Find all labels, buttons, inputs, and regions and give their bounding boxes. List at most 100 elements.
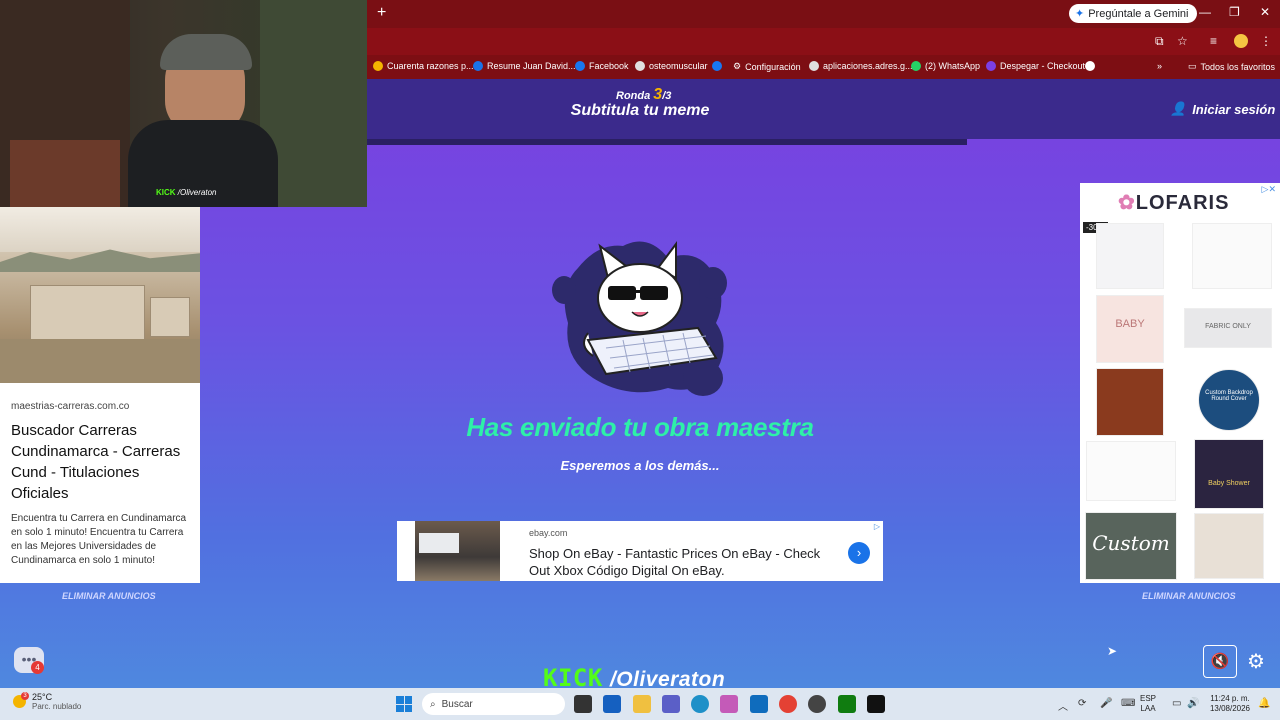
page-header bbox=[367, 79, 1280, 139]
right-side-ad[interactable]: ▷✕ ✿LOFARIS -30% BABY FABRIC ONLY Custom… bbox=[1080, 183, 1280, 583]
taskbar-search[interactable]: ⌕ Buscar bbox=[422, 693, 565, 715]
more-menu-icon[interactable]: ⋮ bbox=[1260, 34, 1272, 48]
weather-condition: Parc. nublado bbox=[32, 702, 82, 711]
copilot-icon[interactable] bbox=[720, 695, 738, 713]
round-number: 3 bbox=[653, 86, 663, 103]
gemini-button[interactable]: ✦ Pregúntale a Gemini bbox=[1069, 4, 1197, 23]
store-icon[interactable] bbox=[603, 695, 621, 713]
campus-photo bbox=[0, 207, 200, 383]
bookmark-item[interactable]: Despegar - Checkout bbox=[986, 61, 1085, 71]
bookmark-item[interactable]: Facebook bbox=[575, 61, 629, 71]
adchoices-icon[interactable]: ▷✕ bbox=[1262, 184, 1276, 195]
ad-domain: maestrias-carreras.com.co bbox=[11, 401, 130, 412]
bookmark-item[interactable]: Resume Juan David... bbox=[473, 61, 576, 71]
profile-avatar[interactable] bbox=[1234, 34, 1248, 48]
weather-icon: 3 bbox=[13, 692, 29, 708]
product-tile[interactable]: Custom Backdrop Round Cover bbox=[1198, 369, 1260, 431]
bookmark-item[interactable]: Cuarenta razones p... bbox=[373, 61, 474, 71]
chevron-up-icon[interactable]: ︿ bbox=[1058, 698, 1068, 713]
browser-toolbar: ⧉ ☆ ≡ ⋮ bbox=[367, 28, 1280, 55]
clock[interactable]: 11:24 p. m. 13/08/2026 bbox=[1205, 694, 1255, 714]
file-explorer-icon[interactable] bbox=[633, 695, 651, 713]
keyboard-icon[interactable]: ⌨ bbox=[1121, 698, 1135, 709]
notification-icon[interactable]: 🔔 bbox=[1258, 698, 1270, 709]
cap bbox=[160, 34, 252, 70]
remove-ads-link[interactable]: ELIMINAR ANUNCIOS bbox=[62, 591, 156, 601]
product-tile[interactable] bbox=[1096, 223, 1164, 289]
despegar-icon bbox=[986, 61, 996, 71]
login-button[interactable]: 👤 Iniciar sesión bbox=[1170, 101, 1275, 117]
bookmark-item[interactable]: (2) WhatsApp bbox=[911, 61, 980, 71]
product-tile[interactable] bbox=[1194, 513, 1264, 579]
app-icon[interactable] bbox=[867, 695, 885, 713]
globe-icon bbox=[809, 61, 819, 71]
waiting-message: Esperemos a los demás... bbox=[560, 458, 720, 473]
all-favorites-folder[interactable]: ▭ Todos los favoritos bbox=[1188, 61, 1275, 72]
cat-keyboard-mascot bbox=[552, 241, 727, 396]
chrome-icon[interactable] bbox=[779, 695, 797, 713]
gemini-label: Pregúntale a Gemini bbox=[1088, 7, 1189, 20]
new-tab-button[interactable]: + bbox=[377, 4, 386, 22]
remove-ads-link[interactable]: ELIMINAR ANUNCIOS bbox=[1142, 591, 1236, 601]
ebay-ad-image bbox=[415, 521, 500, 581]
mute-icon[interactable]: 🔇 bbox=[1203, 645, 1237, 678]
volume-icon[interactable]: 🔊 bbox=[1187, 698, 1199, 709]
xbox-icon[interactable] bbox=[838, 695, 856, 713]
outlook-icon[interactable] bbox=[750, 695, 768, 713]
product-tile[interactable]: FABRIC ONLY bbox=[1184, 308, 1272, 348]
chevron-right-icon[interactable]: › bbox=[848, 542, 870, 564]
facebook-icon bbox=[712, 61, 722, 71]
bed bbox=[10, 140, 120, 207]
sync-icon[interactable]: ⟳ bbox=[1078, 698, 1086, 709]
page-title: Subtitula tu meme bbox=[570, 102, 710, 119]
chevron-right-icon[interactable]: » bbox=[1157, 61, 1162, 71]
browser-titlebar: + ✦ Pregúntale a Gemini — ❐ ✕ bbox=[367, 0, 1280, 28]
google-icon bbox=[1085, 61, 1095, 71]
product-tile[interactable] bbox=[1096, 368, 1164, 436]
bookmark-item[interactable]: ⚙ Configuración bbox=[733, 61, 801, 72]
obs-icon[interactable] bbox=[808, 695, 826, 713]
bookmark-item[interactable]: aplicaciones.adres.g... bbox=[809, 61, 913, 71]
edge-icon[interactable] bbox=[691, 695, 709, 713]
gear-icon[interactable]: ⚙ bbox=[1247, 649, 1265, 674]
search-icon: ⌕ bbox=[430, 698, 436, 710]
mouse-cursor-icon: ➤ bbox=[1107, 644, 1118, 658]
product-tile[interactable]: BABY bbox=[1096, 295, 1164, 363]
ad-title[interactable]: Buscador Carreras Cundinamarca - Carrera… bbox=[11, 420, 193, 504]
reading-list-icon[interactable]: ≡ bbox=[1210, 34, 1217, 48]
product-tile[interactable] bbox=[1086, 441, 1176, 501]
product-tile[interactable]: Baby Shower bbox=[1194, 439, 1264, 509]
language-indicator[interactable]: ESP LAA bbox=[1140, 694, 1156, 714]
ad-domain: ebay.com bbox=[529, 528, 568, 538]
teams-icon[interactable] bbox=[662, 695, 680, 713]
folder-icon: ▭ bbox=[1188, 61, 1197, 71]
gear-icon: ⚙ bbox=[733, 61, 742, 71]
temperature: 25°C bbox=[32, 692, 53, 702]
ebay-ad-banner[interactable]: ebay.com Shop On eBay - Fantastic Prices… bbox=[397, 521, 883, 581]
product-tile[interactable]: Custom bbox=[1085, 512, 1177, 580]
product-tile[interactable] bbox=[1192, 223, 1272, 289]
microphone-icon[interactable]: 🎤 bbox=[1100, 698, 1112, 709]
weather-widget[interactable]: 3 25°C Parc. nublado bbox=[13, 692, 81, 711]
bookmark-item[interactable] bbox=[712, 61, 726, 71]
header-shadow-bar bbox=[367, 139, 967, 145]
minimize-icon[interactable]: — bbox=[1199, 5, 1211, 19]
network-icon[interactable]: ▭ bbox=[1172, 698, 1181, 709]
ad-description: Encuentra tu Carrera en Cundinamarca en … bbox=[11, 513, 187, 566]
maximize-icon[interactable]: ❐ bbox=[1229, 5, 1240, 19]
task-view-icon[interactable] bbox=[574, 695, 592, 713]
star-icon[interactable]: ☆ bbox=[1177, 34, 1188, 48]
close-icon[interactable]: ✕ bbox=[1260, 5, 1270, 19]
windows-start-icon[interactable] bbox=[396, 696, 412, 712]
screen-cast-icon[interactable]: ⧉ bbox=[1155, 34, 1164, 49]
user-icon: 👤 bbox=[1170, 101, 1187, 116]
submitted-heading: Has enviado tu obra maestra bbox=[466, 412, 814, 442]
bookmark-favicon bbox=[635, 61, 645, 71]
webcam-overlay: KICK /Oliveraton bbox=[0, 0, 367, 207]
adchoices-icon[interactable]: ▷ bbox=[874, 522, 880, 531]
facebook-icon bbox=[575, 61, 585, 71]
bookmark-item[interactable]: osteomuscular bbox=[635, 61, 708, 71]
left-side-ad[interactable]: maestrias-carreras.com.co Buscador Carre… bbox=[0, 207, 200, 583]
ad-headline[interactable]: Shop On eBay - Fantastic Prices On eBay … bbox=[529, 545, 829, 579]
bookmark-item[interactable] bbox=[1085, 61, 1099, 71]
